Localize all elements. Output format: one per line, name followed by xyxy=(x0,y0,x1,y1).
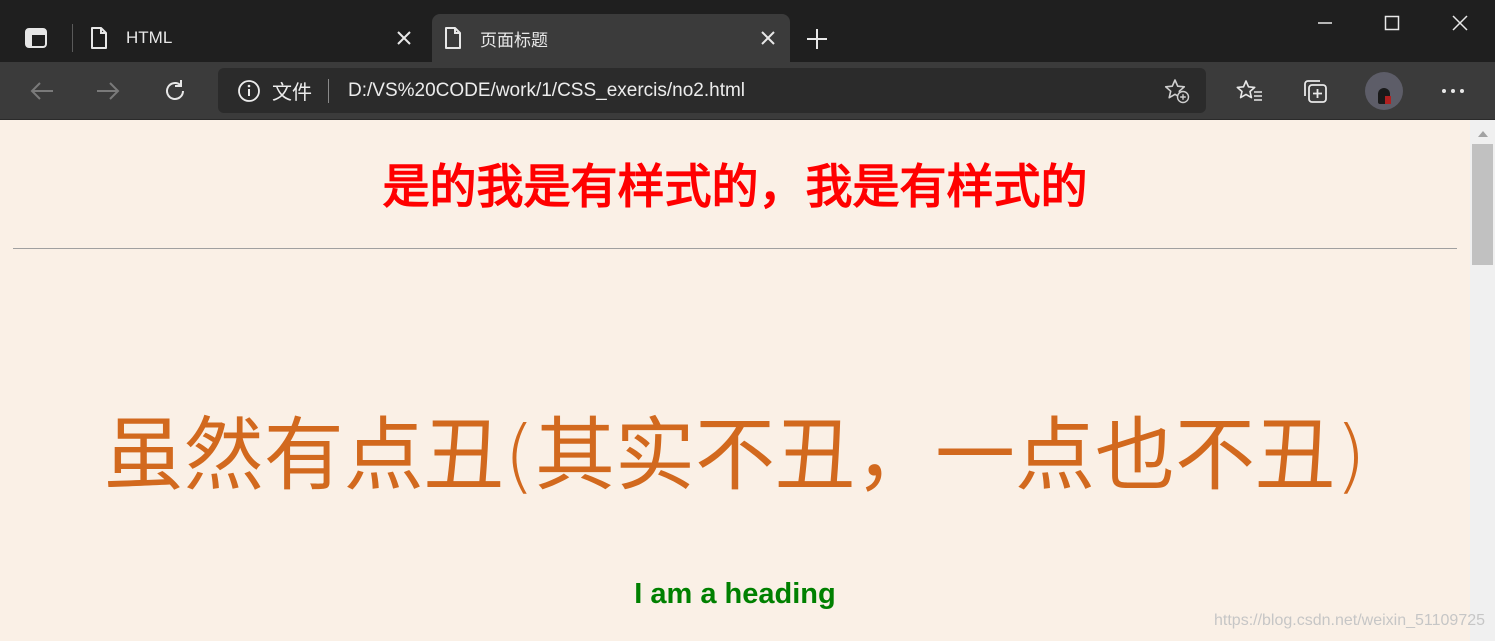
browser-title-bar: HTML 页面标题 xyxy=(0,0,1495,62)
orange-paragraph: 虽然有点丑(其实不丑，一点也不丑) xyxy=(103,409,1367,502)
plus-icon xyxy=(807,29,827,49)
tab-title: 页面标题 xyxy=(480,30,548,50)
page-icon xyxy=(88,26,110,50)
close-icon xyxy=(1452,15,1468,31)
url-text[interactable]: D:/VS%20CODE/work/1/CSS_exercis/no2.html xyxy=(348,80,1160,102)
forward-button[interactable] xyxy=(88,72,128,110)
maximize-icon xyxy=(1384,15,1400,31)
collections-button[interactable] xyxy=(1297,74,1333,108)
tab-actions-menu-button[interactable] xyxy=(18,22,54,54)
favorites-icon xyxy=(1236,80,1262,101)
address-separator xyxy=(328,78,329,103)
favorites-button[interactable] xyxy=(1231,74,1267,108)
horizontal-rule xyxy=(13,248,1457,249)
page-icon xyxy=(442,26,464,50)
green-heading: I am a heading xyxy=(634,578,836,610)
site-info-label[interactable]: 文件 xyxy=(272,76,312,105)
ellipsis-icon xyxy=(1442,89,1464,93)
close-tab-icon[interactable] xyxy=(390,24,418,52)
tab-separator xyxy=(72,24,73,52)
collections-icon xyxy=(1304,80,1327,103)
close-window-button[interactable] xyxy=(1428,0,1492,46)
back-arrow-icon xyxy=(30,82,53,100)
address-bar[interactable]: 文件 D:/VS%20CODE/work/1/CSS_exercis/no2.h… xyxy=(218,68,1206,113)
vertical-scrollbar[interactable] xyxy=(1470,120,1495,641)
tab-actions-icon xyxy=(25,28,47,48)
profile-avatar[interactable] xyxy=(1365,72,1403,110)
minimize-icon xyxy=(1318,22,1332,24)
scroll-up-arrow-icon[interactable] xyxy=(1470,124,1495,142)
forward-arrow-icon xyxy=(97,82,120,100)
tab-page-title[interactable]: 页面标题 xyxy=(432,14,790,62)
minimize-button[interactable] xyxy=(1293,0,1357,46)
refresh-icon xyxy=(166,80,184,100)
page-viewport: 是的我是有样式的，我是有样式的 虽然有点丑(其实不丑，一点也不丑) I am a… xyxy=(0,120,1470,641)
maximize-button[interactable] xyxy=(1360,0,1424,46)
tab-html[interactable]: HTML xyxy=(78,14,426,62)
new-tab-button[interactable] xyxy=(800,22,834,56)
scrollbar-thumb[interactable] xyxy=(1472,144,1493,265)
watermark: https://blog.csdn.net/weixin_51109725 xyxy=(1214,612,1486,629)
close-tab-icon[interactable] xyxy=(754,24,782,52)
styled-heading: 是的我是有样式的，我是有样式的 xyxy=(382,160,1088,215)
more-options-button[interactable] xyxy=(1435,74,1471,108)
tab-title: HTML xyxy=(126,28,173,47)
info-icon[interactable] xyxy=(236,78,262,104)
avatar-accent xyxy=(1385,96,1391,104)
add-favorite-star-icon[interactable] xyxy=(1160,74,1194,108)
browser-toolbar: 文件 D:/VS%20CODE/work/1/CSS_exercis/no2.h… xyxy=(0,62,1495,120)
refresh-button[interactable] xyxy=(155,72,195,110)
back-button[interactable] xyxy=(22,72,62,110)
